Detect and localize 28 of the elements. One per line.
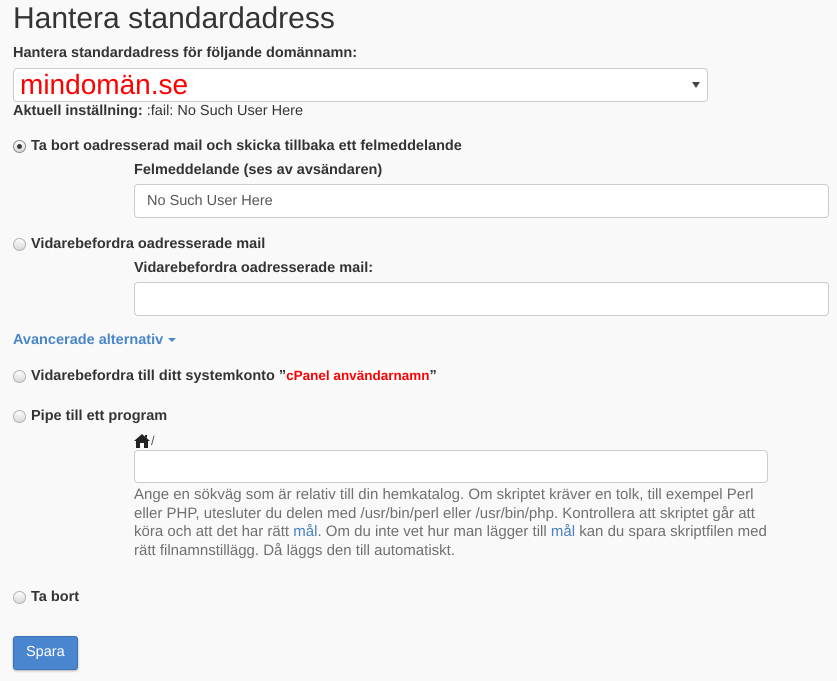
caret-down-icon [168, 338, 176, 342]
text-input-field[interactable] [134, 282, 829, 316]
domain-label: Hantera standardadress för följande domännamn: [13, 44, 358, 63]
path-prefix: / [151, 434, 155, 448]
program-path-field[interactable] [134, 450, 768, 483]
option-label: Ta bort [31, 588, 80, 607]
option-label: Vidarebefordra till ditt systemkonto ”cPanel användarnamn” [31, 367, 437, 386]
field-label: Felmeddelande (ses av avsändaren) [134, 161, 384, 180]
save-button[interactable]: Spara [13, 636, 78, 670]
help-text: Ange en sökväg som är relativ till din hemkatalog. Om skriptet kräver en tolk, till exempel Perl eller PHP, utesluter du delen med /usr/bin/perl eller /usr/bin/php. Kontrollera att skriptet går att köra och att det har rätt mål. Om du inte vet hur man lägger till mål kan du spara skriptfilen med rätt filnamnstillägg. Då läggs den till automatiskt. [134, 486, 768, 560]
caret-down-icon [692, 82, 700, 88]
advanced-options-toggle[interactable]: Avancerade alternativ [13, 330, 176, 350]
text-input-field[interactable]: No Such User Here [134, 184, 829, 218]
radio-button[interactable] [13, 590, 26, 604]
domain-select[interactable]: mindomän.se [13, 68, 708, 102]
help-link[interactable]: mål [550, 523, 576, 540]
option-label: Pipe till ett program [31, 407, 168, 426]
option-label: Vidarebefordra oadresserade mail [31, 235, 266, 254]
help-link[interactable]: mål [293, 523, 318, 540]
current-setting-text: Aktuell inställning: :fail: No Such User Here [13, 102, 304, 121]
radio-button[interactable] [13, 410, 26, 422]
field-label: Vidarebefordra oadresserade mail: [134, 259, 374, 278]
radio-button[interactable] [13, 370, 26, 382]
home-icon [134, 434, 150, 448]
radio-button[interactable] [13, 140, 26, 152]
page-title: Hantera standardadress [13, 1, 336, 37]
radio-button[interactable] [13, 238, 26, 250]
option-label: Ta bort oadresserad mail och skicka tillbaka ett felmeddelande [31, 137, 462, 156]
